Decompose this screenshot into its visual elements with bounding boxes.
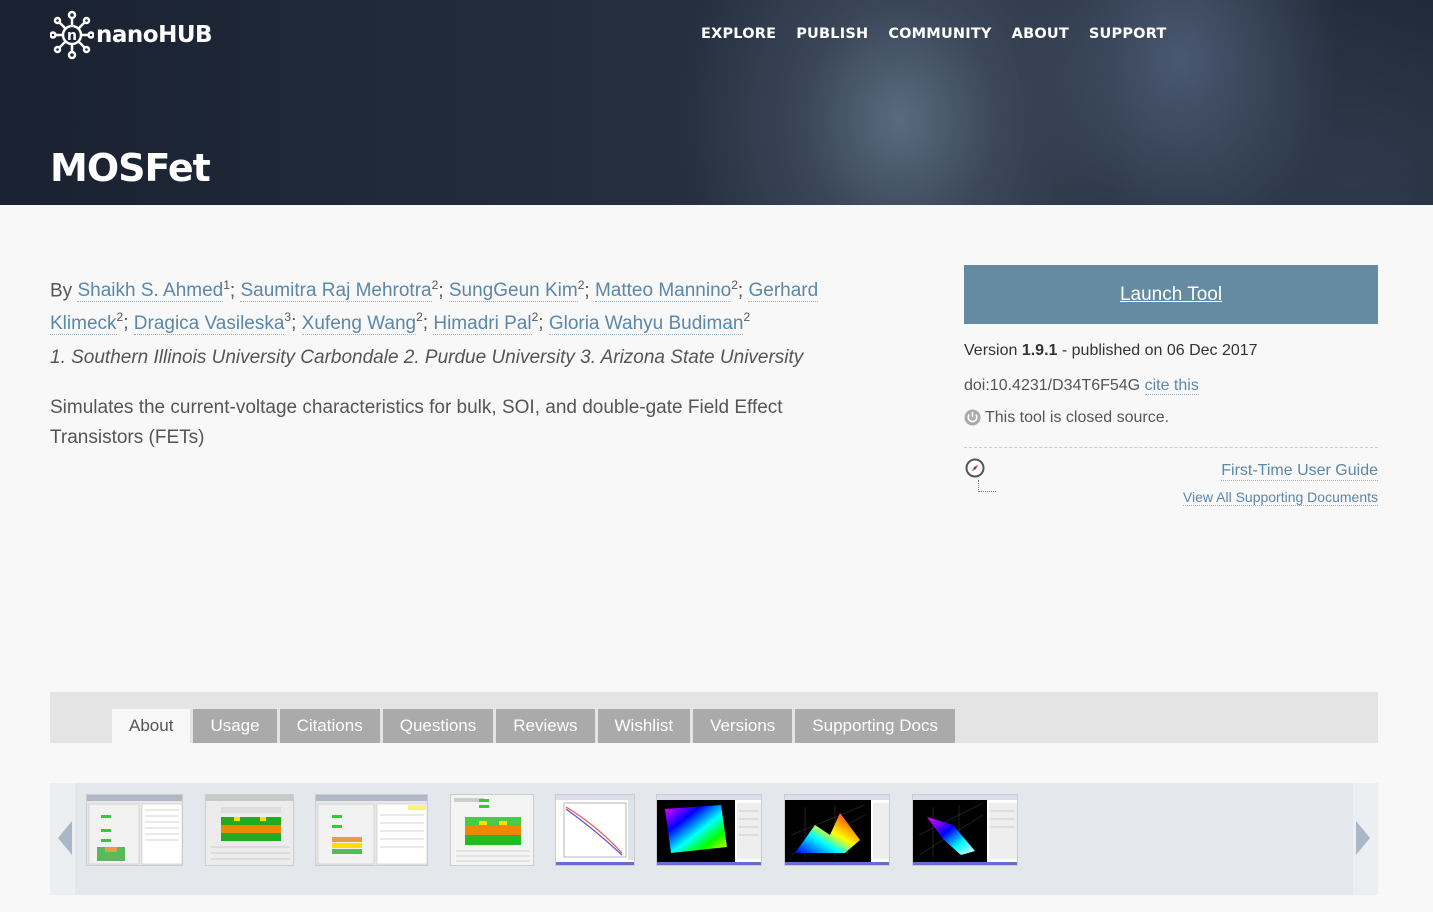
author-affiliation: 2	[116, 310, 124, 325]
screenshot-thumbnail[interactable]	[656, 794, 762, 866]
power-icon	[964, 409, 981, 426]
tool-sidebar: Launch Tool Version 1.9.1 - published on…	[964, 265, 1378, 512]
tab-about[interactable]: About	[112, 709, 191, 743]
screenshot-thumbnail[interactable]	[315, 794, 428, 866]
tab-wishlist[interactable]: Wishlist	[597, 709, 691, 743]
author-link[interactable]: Saumitra Raj Mehrotra	[240, 280, 432, 303]
tool-description: Simulates the current-voltage characteri…	[50, 396, 783, 448]
compass-icon	[965, 458, 985, 478]
nav-publish[interactable]: PUBLISH	[796, 26, 868, 42]
previous-arrow-icon[interactable]	[58, 821, 72, 855]
doi-value: doi:10.4231/D34T6F54G	[964, 377, 1141, 394]
cite-this-link[interactable]: cite this	[1144, 377, 1199, 395]
nanohub-logo-icon: n	[50, 10, 94, 60]
launch-tool-button[interactable]: Launch Tool	[964, 265, 1378, 324]
first-time-user-guide-link[interactable]: First-Time User Guide	[1221, 462, 1378, 481]
author-affiliation: 2	[731, 278, 738, 292]
nav-community[interactable]: COMMUNITY	[888, 26, 991, 42]
version-prefix: Version	[964, 342, 1018, 359]
screenshot-thumbnail[interactable]	[784, 794, 890, 866]
tab-citations[interactable]: Citations	[279, 709, 380, 743]
resource-tabs: About Usage Citations Questions Reviews …	[50, 692, 1378, 743]
author-link[interactable]: Shaikh S. Ahmed	[77, 280, 224, 303]
logo-text: nanoHUB	[96, 22, 213, 48]
author-affiliation: 2	[531, 310, 539, 325]
author-link[interactable]: Gloria Wahyu Budiman	[548, 312, 744, 335]
closed-source-notice: This tool is closed source.	[964, 409, 1378, 427]
tree-connector	[978, 480, 996, 492]
author-list: By Shaikh S. Ahmed1; Saumitra Raj Mehrot…	[50, 278, 819, 335]
closed-source-text: This tool is closed source.	[985, 409, 1170, 426]
author-affiliation: 2	[431, 278, 439, 292]
author-affiliation: 3	[284, 310, 292, 325]
nav-support[interactable]: SUPPORT	[1089, 26, 1167, 42]
nanohub-logo[interactable]: n nanoHUB	[50, 10, 213, 60]
screenshot-thumbnail[interactable]	[86, 794, 183, 866]
screenshot-thumbnail[interactable]	[912, 794, 1018, 866]
version-info: Version 1.9.1 - published on 06 Dec 2017	[964, 342, 1378, 360]
tab-usage[interactable]: Usage	[193, 709, 277, 743]
author-link[interactable]: Xufeng Wang	[301, 312, 417, 335]
author-affiliation: 1	[223, 278, 230, 292]
resource-info: By Shaikh S. Ahmed1; Saumitra Raj Mehrot…	[50, 272, 870, 453]
author-affiliation: 2	[743, 310, 751, 325]
all-supporting-docs-link[interactable]: View All Supporting Documents	[1182, 489, 1378, 506]
author-affiliation: 2	[416, 310, 423, 325]
author-link[interactable]: Himadri Pal	[433, 312, 532, 335]
author-link[interactable]: Matteo Mannino	[594, 280, 732, 303]
svg-text:n: n	[67, 28, 77, 44]
top-nav: EXPLORE PUBLISH COMMUNITY ABOUT SUPPORT	[701, 26, 1167, 42]
tab-questions[interactable]: Questions	[382, 709, 494, 743]
version-number: 1.9.1	[1021, 342, 1058, 359]
hero-banner: n nanoHUB EXPLORE PUBLISH COMMUNITY ABOU…	[0, 0, 1433, 205]
supporting-docs: First-Time User Guide View All Supportin…	[964, 448, 1378, 512]
next-arrow-icon[interactable]	[1356, 821, 1370, 855]
screenshot-thumbnail[interactable]	[450, 794, 534, 866]
author-link[interactable]: SungGeun Kim	[448, 280, 578, 303]
author-link[interactable]: Dragica Vasileska	[133, 312, 285, 335]
tab-supporting-docs[interactable]: Supporting Docs	[795, 709, 955, 743]
tab-versions[interactable]: Versions	[693, 709, 793, 743]
tab-reviews[interactable]: Reviews	[496, 709, 595, 743]
screenshot-gallery	[50, 783, 1378, 895]
published-date: - published on 06 Dec 2017	[1061, 342, 1258, 359]
authors-prefix: By	[50, 280, 73, 302]
page-title: MOSFet	[50, 146, 211, 190]
screenshot-thumbnail[interactable]	[555, 794, 635, 866]
nav-explore[interactable]: EXPLORE	[701, 26, 776, 42]
nav-about[interactable]: ABOUT	[1012, 26, 1069, 42]
doi-info: doi:10.4231/D34T6F54G cite this	[964, 377, 1378, 395]
screenshot-thumbnail[interactable]	[205, 794, 294, 866]
author-affiliation: 2	[577, 278, 585, 292]
affiliations: 1. Southern Illinois University Carbonda…	[50, 346, 804, 368]
